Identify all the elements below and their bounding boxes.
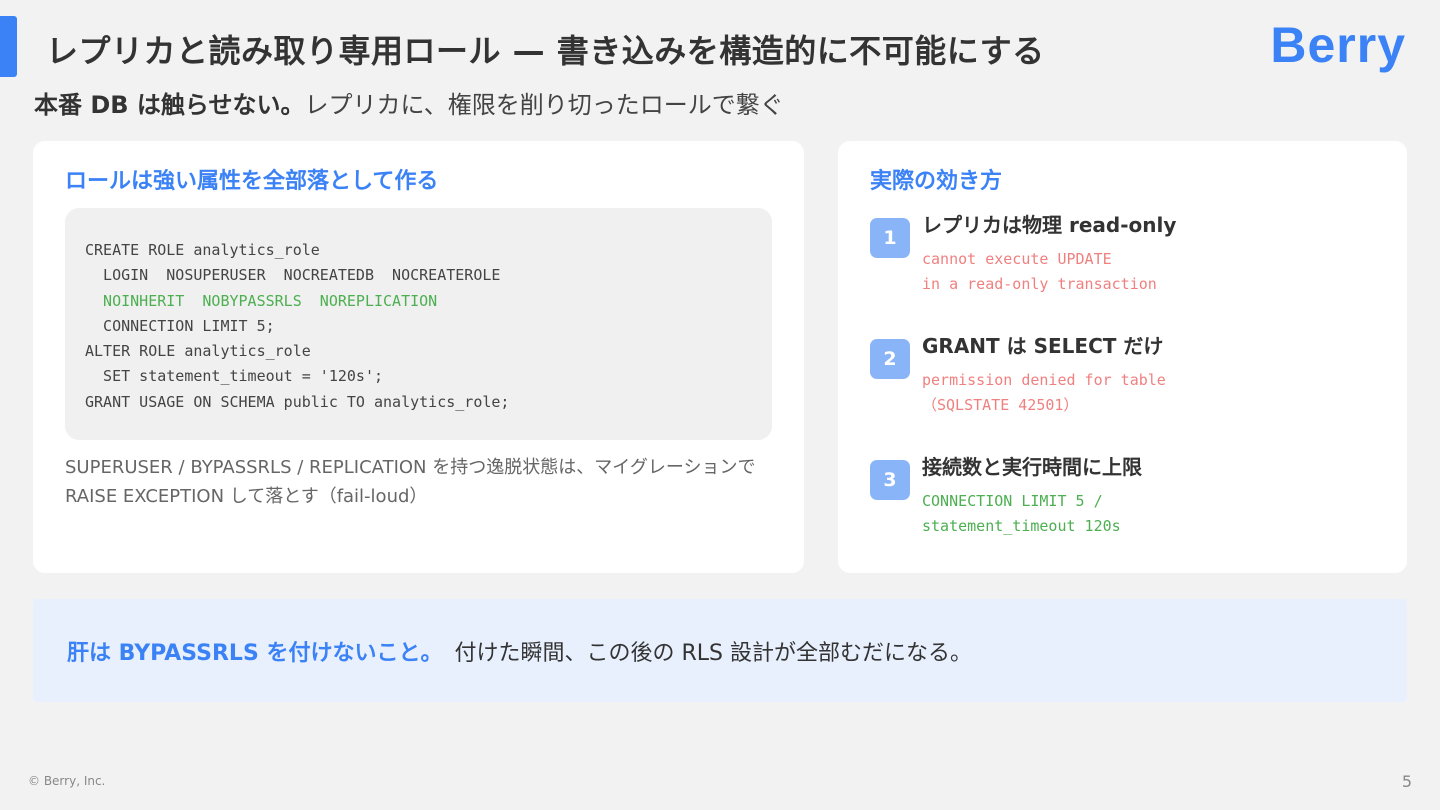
code-line: GRANT USAGE ON SCHEMA public TO analytic… — [85, 392, 510, 411]
fail-loud-note: SUPERUSER / BYPASSRLS / REPLICATION を持つ逸… — [65, 457, 756, 507]
effects-card-heading: 実際の効き方 — [870, 169, 1003, 194]
callout-normal: 付けた瞬間、この後の RLS 設計が全部むだになる。 — [454, 641, 972, 666]
code-line-highlighted: NOINHERIT NOBYPASSRLS NOREPLICATION — [85, 291, 438, 310]
copyright: © Berry, Inc. — [28, 774, 106, 788]
subtitle-normal: レプリカに、権限を削り切ったロールで繋ぐ — [304, 91, 784, 119]
step-title: 接続数と実行時間に上限 — [922, 455, 1142, 479]
slide-subtitle: 本番 DB は触らせない。レプリカに、権限を削り切ったロールで繋ぐ — [34, 85, 784, 120]
effects-card: 実際の効き方 1 レプリカは物理 read-only cannot execut… — [838, 141, 1407, 573]
step-item: 1 レプリカは物理 read-only cannot execute UPDAT… — [870, 209, 1390, 309]
step-limit-code: CONNECTION LIMIT 5 / statement_timeout 1… — [922, 492, 1121, 535]
callout-strong: 肝は BYPASSRLS を付けないこと。 — [67, 641, 443, 666]
sql-code-block: CREATE ROLE analytics_role LOGIN NOSUPER… — [65, 208, 772, 440]
code-line: CONNECTION LIMIT 5; — [85, 316, 275, 335]
callout-text: 肝は BYPASSRLS を付けないこと。 付けた瞬間、この後の RLS 設計が全… — [67, 635, 972, 667]
code-line: CREATE ROLE analytics_role — [85, 241, 320, 259]
role-definition-card: ロールは強い属性を全部落として作る CREATE ROLE analytics_… — [33, 141, 804, 573]
code-line: ALTER ROLE analytics_role — [85, 342, 311, 361]
page-number: 5 — [1401, 772, 1412, 791]
step-number-badge: 3 — [870, 460, 910, 500]
step-item: 2 GRANT は SELECT だけ permission denied fo… — [870, 330, 1390, 430]
step-error-message: permission denied for table （SQLSTATE 42… — [922, 371, 1166, 414]
key-point-callout: 肝は BYPASSRLS を付けないこと。 付けた瞬間、この後の RLS 設計が全… — [33, 599, 1407, 702]
step-error-message: cannot execute UPDATE in a read-only tra… — [922, 250, 1157, 293]
step-number-badge: 2 — [870, 339, 910, 379]
title-accent-bar — [0, 16, 17, 77]
step-title: GRANT は SELECT だけ — [922, 334, 1164, 358]
code-line: LOGIN NOSUPERUSER NOCREATEDB NOCREATEROL… — [85, 266, 501, 285]
berry-logo: Berry — [1270, 17, 1406, 73]
step-title: レプリカは物理 read-only — [922, 213, 1177, 237]
subtitle-strong: 本番 DB は触らせない。 — [34, 91, 305, 119]
role-card-heading: ロールは強い属性を全部落として作る — [65, 169, 439, 194]
code-line: SET statement_timeout = '120s'; — [85, 367, 384, 386]
step-number-badge: 1 — [870, 218, 910, 258]
slide-title: レプリカと読み取り専用ロール — 書き込みを構造的に不可能にする — [46, 32, 1045, 70]
step-item: 3 接続数と実行時間に上限 CONNECTION LIMIT 5 / state… — [870, 451, 1390, 551]
